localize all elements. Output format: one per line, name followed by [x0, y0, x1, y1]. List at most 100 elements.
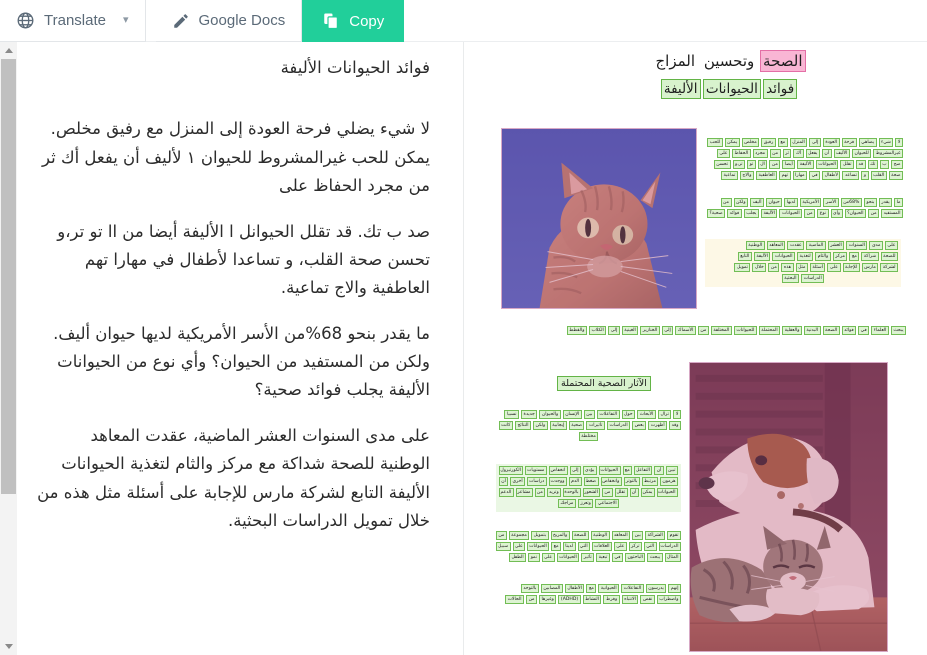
ocr-word: تقلل: [840, 160, 855, 169]
ocr-line: المثال يبحث الباحثون في تبعية تأثير الحيوانات ع…: [496, 553, 681, 562]
cat-photo-graphic: [502, 129, 696, 308]
scrollbar-thumb[interactable]: [1, 59, 16, 494]
dog-kitten-photo-graphic: [690, 363, 887, 651]
source-scrollbar[interactable]: [0, 42, 17, 655]
scroll-up-arrow-icon[interactable]: [0, 42, 17, 59]
ocr-word: إنهم: [668, 584, 681, 593]
ocr-word: وانخفاض: [600, 477, 622, 486]
ocr-word: الحيوانات: [656, 488, 678, 497]
ocr-word: صحية؟: [706, 209, 726, 218]
translate-button[interactable]: Translate ▾: [0, 0, 146, 42]
ocr-word: الأبحاث: [637, 410, 656, 419]
ocr-word: الحيوانات: [556, 553, 580, 562]
ocr-word: ولكن: [533, 421, 548, 430]
ocr-word: مجرد: [752, 149, 768, 158]
ocr-word: من: [602, 488, 613, 497]
ocr-word: القلب: [870, 171, 887, 180]
ocr-word: لا: [895, 138, 903, 147]
ocr-word: التي: [577, 542, 591, 551]
ocr-word: رفيق: [761, 138, 776, 147]
ocr-word: الأليفة: [760, 209, 778, 218]
copy-button-label: Copy: [349, 12, 385, 30]
subtitle-word: الأليفة: [660, 78, 701, 99]
workspace: فوائد الحيوانات الأليفة لا شيء يضلي فرحة…: [0, 42, 927, 655]
ocr-word: تر،و: [732, 160, 746, 169]
ocr-block-wide-note: يبحث العلماء في فوائد الصحة البدنية والعقلية ال…: [496, 326, 906, 337]
ocr-word: للصحة: [571, 531, 589, 540]
ocr-word: الخنازير: [640, 326, 660, 335]
ocr-word: ثر: [782, 149, 792, 158]
ocr-word: العودة: [822, 138, 840, 147]
ocr-line: هرمون مرتبط بالتوتر وانخفاض ضغط الدم ووجدت دراس…: [498, 477, 678, 486]
ocr-word: والحيوان: [539, 410, 561, 419]
section-heading: الآثار الصحية المحتملة: [557, 376, 651, 391]
ocr-word: مختلطة: [578, 432, 599, 441]
ocr-word: بتمويل: [531, 531, 549, 540]
ocr-line: الدراسات البحثية: [708, 274, 898, 283]
ocr-word: هرمون: [660, 477, 678, 486]
ocr-word: إلى: [569, 466, 581, 475]
ocr-word: وتزيد: [547, 488, 562, 497]
ocr-word: يمكن: [724, 138, 740, 147]
ocr-word: لتغذية: [797, 252, 814, 261]
ocr-word: المعاهد: [611, 531, 631, 540]
ocr-word: المحتملة: [758, 326, 781, 335]
ocr-word: مع: [849, 252, 860, 261]
ocr-line: الحيوانات يمكن أن تقلل من الشعور بالوحدة وتزيد م…: [498, 488, 678, 497]
ocr-block-interactions: لا تزال الأبحاث حول التفاعلات بين الإنسان والحي…: [496, 410, 681, 443]
scroll-down-arrow-icon[interactable]: [0, 638, 17, 655]
ocr-word: بالتوحد: [520, 584, 539, 593]
ocr-word: من: [534, 488, 546, 497]
ocr-word: الوطنية: [590, 531, 610, 540]
ocr-word: مع: [586, 584, 597, 593]
ocr-word: العشر: [827, 241, 845, 250]
ocr-word: تأثير: [581, 553, 595, 562]
ocr-word: تهم: [779, 171, 791, 180]
ocr-word: للحيوانات: [733, 326, 757, 335]
ocr-line: للصحة شراكة مع مركز والثام لتغذية الحيوانات الأ…: [708, 252, 898, 261]
ocr-word: ب: [879, 160, 890, 169]
ocr-word: تك: [867, 160, 878, 169]
ocr-word: تزال: [657, 410, 672, 419]
document-subtitle: فوائد الحيوانات الأليفة: [579, 78, 879, 99]
copy-button[interactable]: Copy: [302, 0, 405, 42]
ocr-word: تساعد: [842, 171, 860, 180]
ocr-word: مهارا: [792, 171, 808, 180]
translate-button-label: Translate: [44, 12, 106, 29]
ocr-word: للحب: [707, 138, 723, 147]
scrollbar-track[interactable]: [0, 59, 17, 638]
ocr-line: صحة القلب و تساعد لأطفال في مهارا تهم العاطفية وا…: [703, 171, 903, 180]
ocr-word: كانت: [498, 421, 513, 430]
ocr-word: العلماء: [871, 326, 889, 335]
ocr-word: الدعم: [498, 488, 514, 497]
ocr-word: التفاعلات: [596, 410, 620, 419]
ocr-word: إلى: [608, 326, 620, 335]
ocr-word: مجموعة: [508, 531, 530, 540]
ocr-word: المعاهد: [766, 241, 786, 250]
ocr-word: أليف: [750, 198, 764, 207]
ocr-word: تركز: [628, 542, 643, 551]
ocr-word: الصحة: [822, 326, 840, 335]
ocr-word: من: [720, 198, 732, 207]
ocr-word: مشاعر: [515, 488, 533, 497]
ocr-line: يبحث العلماء في فوائد الصحة البدنية والعقلية ال…: [496, 326, 906, 335]
ocr-word: البدنية: [803, 326, 821, 335]
ocr-word: الكلاب: [588, 326, 607, 335]
document-preview-pane[interactable]: الصحة وتحسين المزاج فوائد الحيوانات الأل…: [464, 42, 927, 655]
ocr-word: مع: [777, 138, 788, 147]
ocr-word: الأمريكية: [799, 198, 822, 207]
google-docs-button[interactable]: Google Docs: [155, 0, 303, 42]
ocr-word: فرحة: [841, 138, 857, 147]
ocr-word: نوع: [817, 209, 829, 218]
source-text: فوائد الحيوانات الأليفة لا شيء يضلي فرحة…: [37, 54, 430, 535]
ocr-word: جديدة: [521, 410, 538, 419]
ocr-line: الاجتماعي وتعزز مزاجك: [499, 499, 678, 508]
ocr-word: (ADHD): [558, 595, 581, 604]
ocr-line: تبين أن التفاعل مع الحيوانات يؤدي إلى انخفاض مست…: [498, 466, 678, 475]
ocr-word: يبحث: [890, 326, 906, 335]
ocr-word: مرتبط: [641, 477, 659, 486]
ocr-word: والقطط: [566, 326, 587, 335]
ocr-word: من: [496, 531, 507, 540]
source-text-pane[interactable]: فوائد الحيوانات الأليفة لا شيء يضلي فرحة…: [17, 42, 463, 655]
ocr-word: النتائج: [514, 421, 532, 430]
